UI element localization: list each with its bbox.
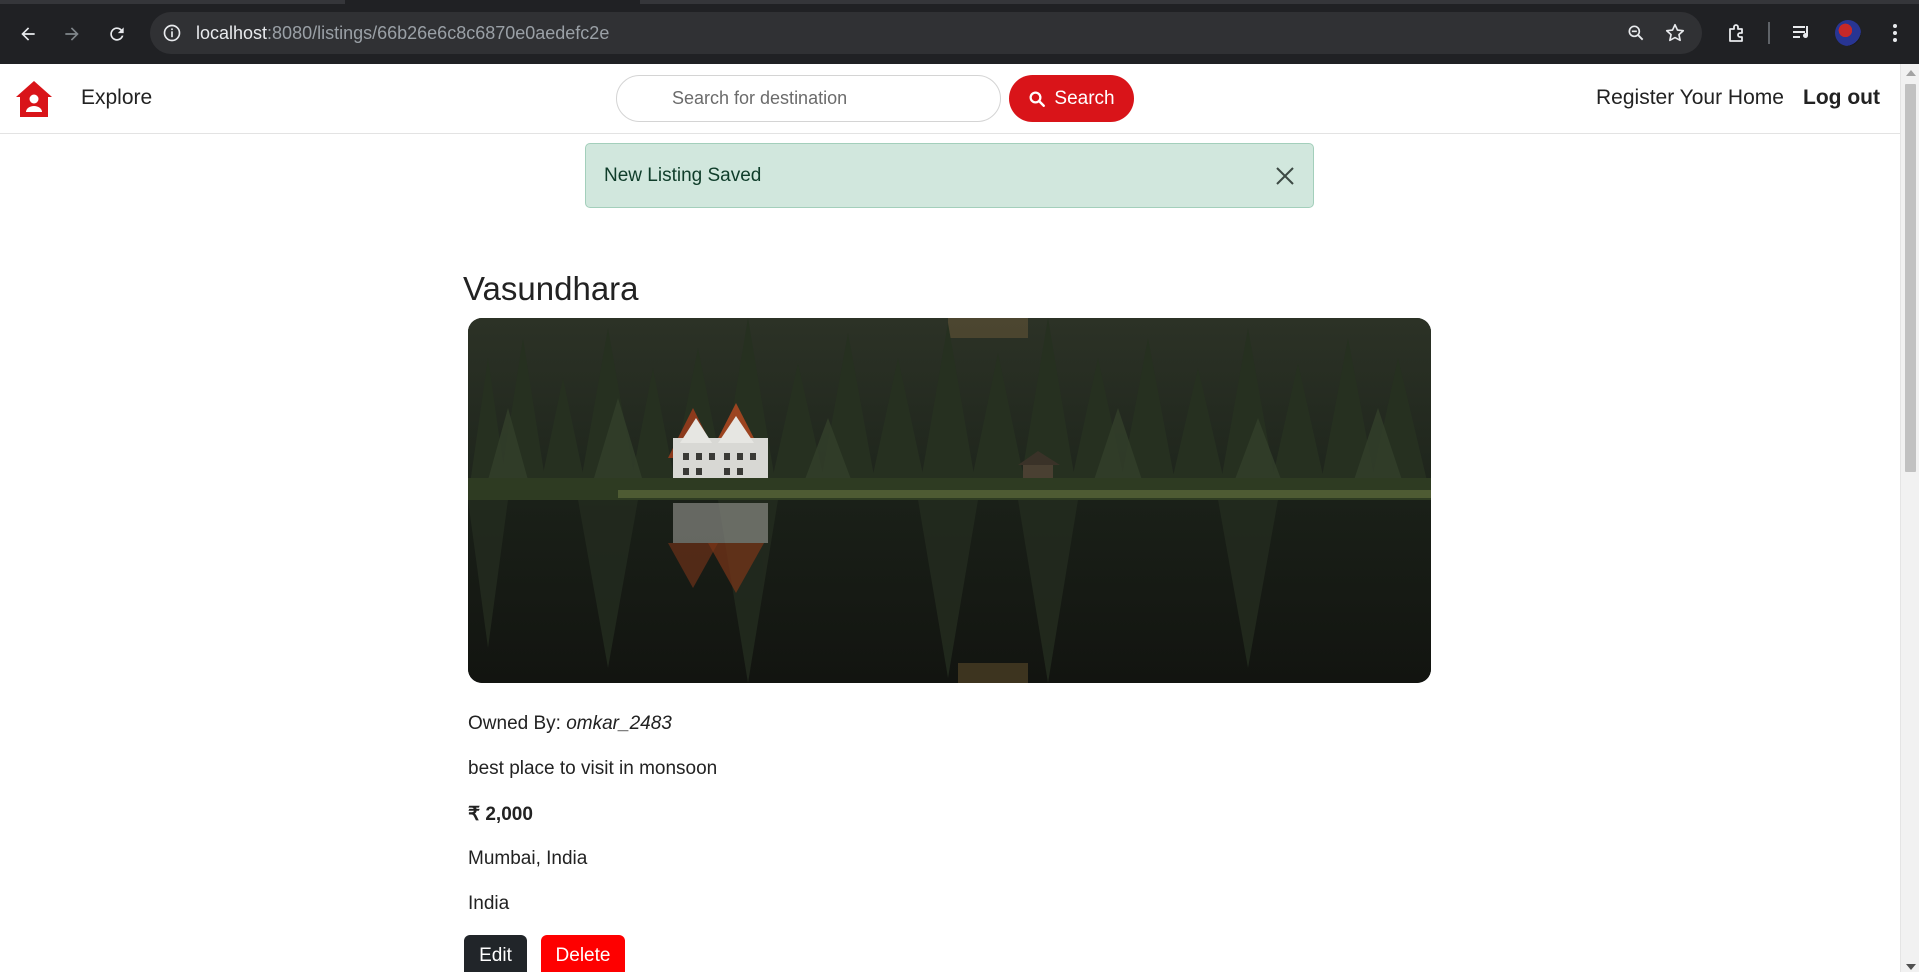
house-user-icon[interactable] bbox=[14, 79, 54, 119]
listing-owner: Owned By: omkar_2483 bbox=[468, 713, 672, 735]
edit-button[interactable]: Edit bbox=[464, 935, 527, 972]
url-text[interactable]: localhost:8080/listings/66b26e6c8c6870e0… bbox=[196, 23, 609, 44]
back-icon[interactable] bbox=[12, 18, 44, 50]
listing-description: best place to visit in monsoon bbox=[468, 758, 718, 779]
listing-country: India bbox=[468, 893, 510, 914]
zoom-icon[interactable] bbox=[1626, 23, 1646, 43]
extensions-icon[interactable] bbox=[1725, 21, 1749, 45]
more-menu-icon[interactable] bbox=[1883, 21, 1907, 45]
register-home-link[interactable]: Register Your Home bbox=[1596, 86, 1784, 110]
search-button[interactable]: Search bbox=[1009, 75, 1134, 122]
bookmark-star-icon[interactable] bbox=[1664, 22, 1686, 44]
scroll-down-arrow-icon[interactable] bbox=[1906, 964, 1916, 970]
owner-label: Owned By: bbox=[468, 713, 561, 734]
browser-toolbar: localhost:8080/listings/66b26e6c8c6870e0… bbox=[0, 0, 1919, 64]
reload-icon[interactable] bbox=[101, 18, 133, 50]
search-input[interactable] bbox=[616, 75, 1001, 122]
media-control-icon[interactable] bbox=[1790, 21, 1814, 45]
search-button-label: Search bbox=[1054, 87, 1115, 109]
success-alert: New Listing Saved bbox=[585, 143, 1314, 208]
scrollbar-thumb[interactable] bbox=[1905, 84, 1916, 472]
listing-image bbox=[468, 318, 1431, 683]
tab-strip bbox=[0, 0, 1919, 4]
address-bar[interactable]: localhost:8080/listings/66b26e6c8c6870e0… bbox=[150, 12, 1702, 54]
search-icon bbox=[1029, 91, 1046, 107]
active-tab[interactable] bbox=[345, 0, 640, 4]
explore-link[interactable]: Explore bbox=[81, 86, 152, 110]
logout-link[interactable]: Log out bbox=[1803, 86, 1880, 110]
close-icon[interactable] bbox=[1273, 164, 1297, 188]
site-navbar: Explore Search Register Your Home Log ou… bbox=[0, 64, 1900, 134]
forward-icon[interactable] bbox=[56, 18, 88, 50]
page-scrollbar[interactable] bbox=[1900, 64, 1919, 972]
delete-button[interactable]: Delete bbox=[541, 935, 625, 972]
alert-message: New Listing Saved bbox=[604, 165, 762, 186]
listing-location: Mumbai, India bbox=[468, 848, 588, 869]
toolbar-divider bbox=[1768, 22, 1770, 44]
scroll-up-arrow-icon[interactable] bbox=[1906, 70, 1916, 76]
profile-avatar[interactable] bbox=[1835, 20, 1861, 46]
owner-name: omkar_2483 bbox=[566, 713, 672, 734]
site-info-icon[interactable] bbox=[162, 23, 182, 43]
listing-title: Vasundhara bbox=[463, 270, 639, 307]
listing-price: ₹ 2,000 bbox=[468, 804, 533, 825]
